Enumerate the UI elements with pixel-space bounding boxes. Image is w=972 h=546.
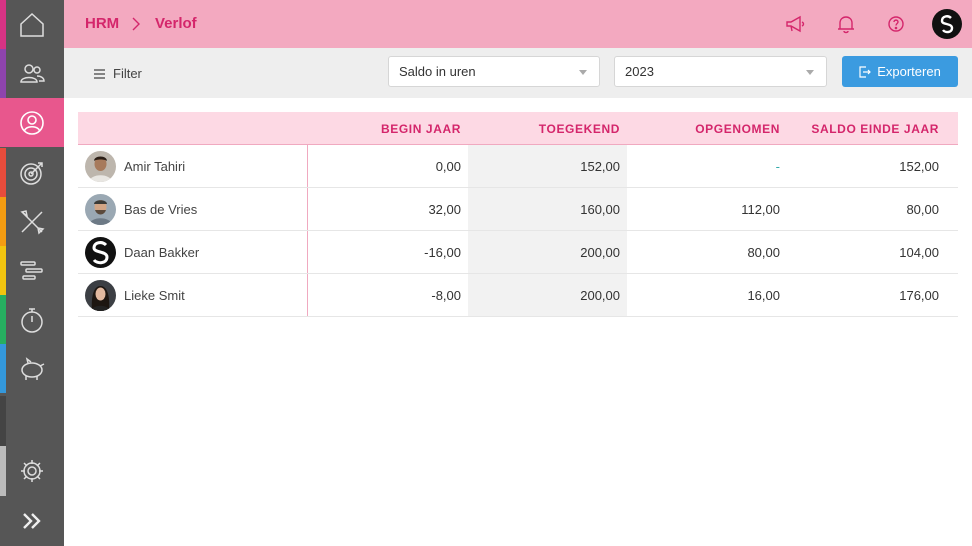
gantt-icon	[20, 260, 43, 280]
stopwatch-icon	[21, 307, 43, 333]
toolbar: Filter Saldo in uren 2023 Exporteren	[64, 48, 972, 98]
employee-name[interactable]: Bas de Vries	[124, 202, 197, 217]
col-toegekend[interactable]: TOEGEKEND	[539, 122, 620, 136]
top-bar: HRM Verlof	[64, 0, 972, 48]
chevron-right-icon	[132, 17, 140, 31]
col-opgenomen[interactable]: OPGENOMEN	[695, 122, 780, 136]
help-icon[interactable]	[885, 13, 907, 35]
sidebar-item-hrm[interactable]	[0, 98, 64, 147]
sidebar-item-tools[interactable]	[0, 197, 64, 246]
employee-name[interactable]: Lieke Smit	[124, 288, 185, 303]
begin-jaar-value: -16,00	[424, 245, 461, 260]
toegekend-value: 160,00	[580, 202, 620, 217]
user-circle-icon	[20, 110, 44, 135]
table-row[interactable]: Lieke Smit -8,00 200,00 16,00 176,00	[78, 274, 958, 317]
color-stripe	[0, 396, 6, 446]
export-button[interactable]: Exporteren	[842, 56, 958, 87]
begin-jaar-value: 0,00	[435, 159, 461, 174]
opgenomen-value: -	[775, 159, 780, 174]
table-row[interactable]: Amir Tahiri 0,00 152,00 - 152,00	[78, 145, 958, 188]
sidebar-item-settings[interactable]	[0, 446, 64, 495]
breadcrumb-verlof: Verlof	[155, 15, 197, 32]
year-value: 2023	[625, 64, 654, 79]
export-label: Exporteren	[877, 64, 941, 79]
table-row[interactable]: Bas de Vries 32,00 160,00 112,00 80,00	[78, 188, 958, 231]
sidebar-item-expand[interactable]	[0, 496, 64, 545]
list-icon	[94, 68, 105, 79]
avatar	[85, 151, 116, 182]
avatar	[85, 194, 116, 225]
year-select[interactable]: 2023	[614, 56, 827, 87]
opgenomen-value: 80,00	[747, 245, 780, 260]
export-icon	[859, 65, 872, 78]
bell-icon[interactable]	[835, 13, 857, 35]
s-logo-icon	[940, 15, 954, 34]
employee-name[interactable]: Amir Tahiri	[124, 159, 185, 174]
sidebar-item-finance[interactable]	[0, 344, 64, 393]
saldo-value: 152,00	[899, 159, 939, 174]
sidebar-item-time[interactable]	[0, 295, 64, 344]
saldo-value: 80,00	[906, 202, 939, 217]
opgenomen-value: 16,00	[747, 288, 780, 303]
sidebar-item-users[interactable]	[0, 49, 64, 98]
toegekend-value: 200,00	[580, 288, 620, 303]
leave-balance-table: BEGIN JAAR TOEGEKEND OPGENOMEN SALDO EIN…	[78, 112, 958, 317]
breadcrumb-hrm[interactable]: HRM	[85, 15, 119, 32]
begin-jaar-value: -8,00	[431, 288, 461, 303]
avatar	[85, 237, 116, 268]
col-saldo-einde-jaar[interactable]: SALDO EINDE JAAR	[811, 122, 939, 136]
filter-label: Filter	[113, 66, 142, 81]
filter-button[interactable]: Filter	[94, 66, 142, 81]
table-header: BEGIN JAAR TOEGEKEND OPGENOMEN SALDO EIN…	[78, 112, 958, 145]
users-icon	[20, 63, 45, 83]
balance-mode-value: Saldo in uren	[399, 64, 476, 79]
piggy-bank-icon	[21, 356, 45, 380]
gear-icon	[21, 459, 43, 482]
avatar	[85, 280, 116, 311]
sidebar-item-goals[interactable]	[0, 148, 64, 197]
balance-mode-select[interactable]: Saldo in uren	[388, 56, 600, 87]
toegekend-value: 152,00	[580, 159, 620, 174]
col-begin-jaar[interactable]: BEGIN JAAR	[381, 122, 461, 136]
saldo-value: 104,00	[899, 245, 939, 260]
employee-name[interactable]: Daan Bakker	[124, 245, 199, 260]
saldo-value: 176,00	[899, 288, 939, 303]
toegekend-value: 200,00	[580, 245, 620, 260]
chevron-down-icon	[579, 70, 587, 75]
double-chevron-right-icon	[23, 512, 41, 529]
opgenomen-value: 112,00	[741, 202, 780, 217]
target-icon	[20, 161, 43, 185]
begin-jaar-value: 32,00	[428, 202, 461, 217]
sidebar-item-planning[interactable]	[0, 246, 64, 295]
table-row[interactable]: Daan Bakker -16,00 200,00 80,00 104,00	[78, 231, 958, 274]
company-logo[interactable]	[932, 9, 962, 39]
tools-icon	[20, 209, 45, 235]
chevron-down-icon	[806, 70, 814, 75]
sidebar-item-home[interactable]	[0, 0, 64, 49]
megaphone-icon[interactable]	[784, 13, 806, 35]
home-icon	[20, 12, 44, 37]
sidebar	[0, 0, 64, 546]
